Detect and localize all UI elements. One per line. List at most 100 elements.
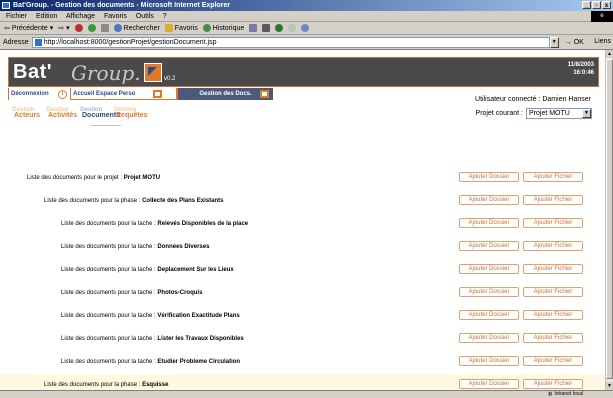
- add-folder-button[interactable]: Ajouter Dossier: [459, 264, 519, 274]
- menu-favoris[interactable]: Favoris: [104, 13, 127, 20]
- search-label: Rechercher: [123, 24, 160, 32]
- add-file-button[interactable]: Ajouter Fichier: [523, 172, 583, 182]
- task-row: Liste des documents pour la tache : Donn…: [0, 236, 605, 259]
- address-label: Adresse: [3, 38, 29, 46]
- row-name: Esquisse: [142, 382, 169, 388]
- home-icon[interactable]: [100, 24, 109, 32]
- info-button[interactable]: i: [55, 88, 70, 100]
- add-file-button[interactable]: Ajouter Fichier: [523, 287, 583, 297]
- add-folder-button[interactable]: Ajouter Dossier: [459, 172, 519, 182]
- stop-icon[interactable]: [74, 24, 83, 32]
- security-zone: ◍ Intranet local: [548, 391, 583, 398]
- go-arrow-icon: →: [564, 38, 572, 46]
- tab-square-icon: [153, 90, 162, 98]
- links-button[interactable]: Liens: [594, 38, 611, 45]
- row-prefix: Liste des documents pour la tache :: [61, 267, 156, 273]
- project-select[interactable]: Projet MOTU ▼: [526, 108, 592, 119]
- go-label: OK: [573, 38, 584, 46]
- logo-cursor-icon: [144, 63, 162, 82]
- favorites-button[interactable]: Favoris: [164, 22, 198, 35]
- search-button[interactable]: Rechercher: [113, 22, 160, 35]
- add-file-button[interactable]: Ajouter Fichier: [523, 195, 583, 205]
- maximize-button[interactable]: ▫: [592, 1, 601, 9]
- row-prefix: Liste des documents pour la phase :: [44, 382, 141, 388]
- add-folder-button[interactable]: Ajouter Dossier: [459, 287, 519, 297]
- chevron-down-icon: ▾: [49, 24, 54, 32]
- status-bar: ◍ Intranet local: [0, 390, 613, 398]
- window-controls: _ ▫ x: [582, 1, 611, 9]
- scroll-down-icon[interactable]: ▼: [606, 382, 613, 390]
- add-file-button[interactable]: Ajouter Fichier: [523, 356, 583, 366]
- datetime: 11/8/2003 16:0:46: [568, 61, 594, 77]
- close-button[interactable]: x: [602, 1, 611, 9]
- tab-label: Activités: [48, 112, 78, 119]
- task-row: Liste des documents pour la tache : List…: [0, 328, 605, 351]
- forward-button[interactable]: ⇨ ▾: [58, 22, 69, 35]
- go-button[interactable]: → OK: [565, 39, 584, 46]
- time-text: 16:0:46: [573, 70, 594, 76]
- task-row: Liste des documents pour la tache : Phot…: [0, 282, 605, 305]
- add-folder-button[interactable]: Ajouter Dossier: [459, 241, 519, 251]
- page-viewport: Bat' Group. v0.2 11/8/2003 16:0:46 Décon…: [0, 50, 605, 390]
- discuss-icon[interactable]: [288, 24, 297, 32]
- tab-documents[interactable]: Gestion Documents: [80, 107, 120, 123]
- logo-bat-text: Bat': [13, 61, 52, 83]
- tab-requetes[interactable]: Gestion Requêtes: [114, 107, 148, 123]
- back-label: Précédente: [11, 24, 48, 32]
- history-label: Historique: [212, 24, 245, 32]
- refresh-icon[interactable]: [87, 24, 96, 32]
- phase-row: Liste des documents pour la phase : Esqu…: [0, 374, 605, 390]
- add-folder-button[interactable]: Ajouter Dossier: [459, 379, 519, 389]
- add-folder-button[interactable]: Ajouter Dossier: [459, 356, 519, 366]
- messenger-icon[interactable]: [301, 24, 310, 32]
- menu-outils[interactable]: Outils: [136, 13, 154, 20]
- row-prefix: Liste des documents pour la tache :: [61, 359, 156, 365]
- vertical-scrollbar[interactable]: ▲ ▼: [605, 50, 613, 390]
- address-bar: Adresse http://localhost:8000/gestionPro…: [0, 35, 613, 50]
- search-icon: [113, 24, 122, 32]
- row-name: Vérification Exactitude Plans: [157, 313, 240, 319]
- print-icon[interactable]: [262, 24, 271, 32]
- add-file-button[interactable]: Ajouter Fichier: [523, 241, 583, 251]
- add-file-button[interactable]: Ajouter Fichier: [523, 379, 583, 389]
- back-button[interactable]: ⇦ Précédente ▾: [4, 22, 53, 35]
- history-button[interactable]: Historique: [202, 22, 245, 35]
- task-row: Liste des documents pour la tache : Etud…: [0, 351, 605, 374]
- scroll-thumb[interactable]: [606, 59, 613, 379]
- deconnexion-link[interactable]: Déconnexion: [8, 88, 55, 100]
- accueil-espace-perso-tab[interactable]: Accueil Espace Perso: [70, 88, 177, 100]
- row-prefix: Liste des documents pour la tache :: [61, 290, 156, 296]
- add-file-button[interactable]: Ajouter Fichier: [523, 333, 583, 343]
- menu-fichier[interactable]: Fichier: [6, 13, 27, 20]
- page-icon: [34, 38, 42, 46]
- menu-affichage[interactable]: Affichage: [66, 13, 95, 20]
- row-prefix: Liste des documents pour la tache :: [61, 336, 156, 342]
- add-file-button[interactable]: Ajouter Fichier: [523, 310, 583, 320]
- add-folder-button[interactable]: Ajouter Dossier: [459, 218, 519, 228]
- document-list: Liste des documents pour le projet : Pro…: [0, 167, 605, 390]
- edit-icon[interactable]: [275, 24, 284, 32]
- toolbar: ⇦ Précédente ▾ ⇨ ▾ Rechercher Favoris Hi…: [0, 22, 613, 35]
- scroll-up-icon[interactable]: ▲: [606, 50, 613, 58]
- tab-activites[interactable]: Gestion Activités: [46, 107, 78, 123]
- minimize-button[interactable]: _: [582, 1, 591, 9]
- url-field[interactable]: http://localhost:8000/gestionProjet/gest…: [31, 36, 550, 48]
- tab-acteurs[interactable]: Gestion Acteurs: [12, 107, 40, 123]
- gestion-docs-tab[interactable]: Gestion des Docs.: [177, 88, 273, 100]
- intranet-icon: ◍: [547, 391, 553, 397]
- row-name: Collecte des Plans Existants: [142, 198, 224, 204]
- info-icon: i: [58, 89, 67, 99]
- row-prefix: Liste des documents pour le projet :: [27, 175, 123, 181]
- add-file-button[interactable]: Ajouter Fichier: [523, 264, 583, 274]
- add-folder-button[interactable]: Ajouter Dossier: [459, 195, 519, 205]
- accueil-label: Accueil Espace Perso: [73, 90, 136, 97]
- zone-label: Intranet local: [554, 391, 583, 397]
- row-name: Données Diverses: [157, 244, 210, 250]
- url-dropdown-button[interactable]: ▼: [549, 36, 559, 48]
- add-file-button[interactable]: Ajouter Fichier: [523, 218, 583, 228]
- add-folder-button[interactable]: Ajouter Dossier: [459, 333, 519, 343]
- add-folder-button[interactable]: Ajouter Dossier: [459, 310, 519, 320]
- mail-icon[interactable]: [249, 24, 258, 32]
- menu-help[interactable]: ?: [163, 13, 167, 20]
- menu-edition[interactable]: Edition: [36, 13, 57, 20]
